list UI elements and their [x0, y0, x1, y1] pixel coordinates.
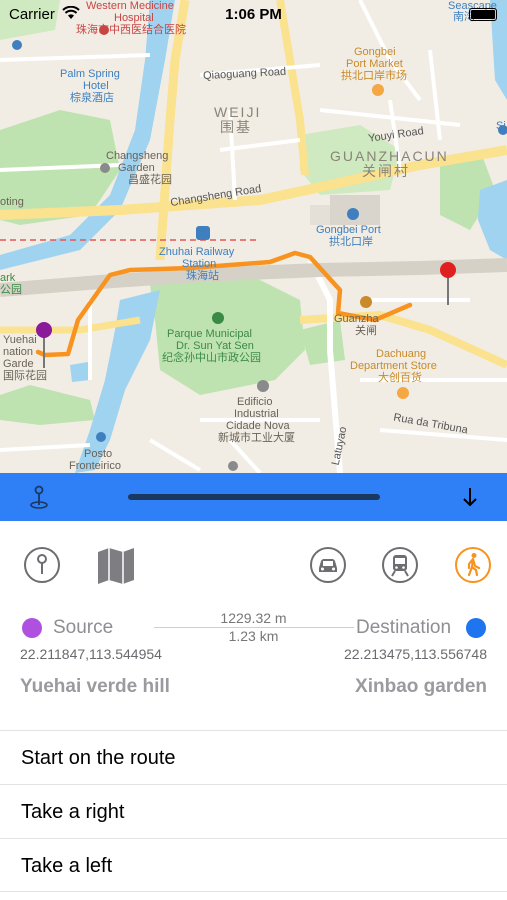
map-label: Yuehai — [3, 334, 37, 346]
source-label: Source — [53, 617, 114, 638]
destination-pin-icon[interactable] — [440, 262, 456, 278]
map-label: 新城市工业大厦 — [218, 432, 295, 444]
distance-meters: 1229.32 m — [200, 610, 307, 626]
source-coordinates: 22.211847,113.544954 — [20, 646, 162, 662]
arrow-down-icon[interactable] — [458, 485, 482, 509]
distance-kilometers: 1.23 km — [228, 628, 279, 644]
destination-coordinates: 22.213475,113.556748 — [344, 646, 487, 662]
pin-icon[interactable] — [23, 546, 61, 584]
map-label: 国际花园 — [3, 370, 47, 382]
map-label: 围基 — [220, 119, 252, 135]
map-label: 关闸 — [355, 325, 377, 337]
walk-icon[interactable] — [454, 546, 492, 584]
destination-dot — [466, 618, 486, 638]
map-label: Dr. Sun Yat Sen — [176, 340, 254, 352]
map-label: Dachuang — [376, 348, 427, 360]
app-root: { "status_bar": { "carrier": "Carrier", … — [0, 0, 507, 900]
map-label: Fronteirico — [69, 460, 121, 472]
map-label: 大创百货 — [378, 372, 422, 384]
map-label: 珠海站 — [186, 270, 219, 282]
map-label: 拱北口岸市场 — [341, 70, 407, 82]
map-label: 棕泉酒店 — [70, 92, 114, 104]
map-label: 昌盛花园 — [128, 174, 172, 186]
map-label: Port Market — [346, 58, 403, 70]
map-icon[interactable] — [97, 546, 135, 584]
source-pin-icon[interactable] — [36, 322, 52, 338]
map-label: Changsheng — [106, 150, 169, 162]
drag-handle[interactable] — [128, 494, 380, 500]
map-label: Station — [182, 258, 217, 270]
map-label: 纪念孙中山市政公园 — [162, 352, 261, 364]
map-label: nation — [3, 346, 33, 358]
directions-list: Start on the route Take a right Take a l… — [0, 730, 507, 892]
map-label: Garden — [118, 162, 155, 174]
map-label: Gongbei — [354, 46, 396, 58]
map-label: 拱北口岸 — [329, 236, 373, 248]
map-label: ark — [0, 272, 16, 284]
list-item[interactable]: Take a right — [0, 784, 507, 838]
map-label: Zhuhai Railway — [159, 246, 235, 258]
map-label: Posto — [84, 448, 113, 460]
map-label: Garde — [3, 358, 34, 370]
destination-label: Destination — [356, 617, 452, 638]
list-item[interactable]: Start on the route — [0, 730, 507, 784]
map-label: Parque Municipal — [167, 328, 252, 340]
map-label: Industrial — [234, 408, 279, 420]
map-label: GUANZHACUN — [330, 148, 449, 164]
map-label: Palm Spring — [60, 68, 120, 80]
map-label: Gongbei Port — [316, 224, 381, 236]
map-label: oting — [0, 196, 24, 208]
battery-icon — [469, 8, 497, 21]
map-label: Edificio — [237, 396, 273, 408]
map-label: Si — [496, 120, 506, 132]
car-icon[interactable] — [309, 546, 347, 584]
source-dot — [22, 618, 42, 638]
map-label: Hotel — [83, 80, 109, 92]
sheet-header[interactable] — [0, 473, 507, 521]
map-label: Department Store — [350, 360, 437, 372]
destination-name: Xinbao garden — [355, 676, 487, 697]
map-label: 公园 — [0, 284, 22, 296]
status-bar: Carrier 1:06 PM — [0, 0, 507, 28]
map-label: 关闸村 — [362, 163, 410, 179]
source-name: Yuehai verde hill — [20, 676, 170, 697]
map-label: Cidade Nova — [226, 420, 290, 432]
train-icon[interactable] — [381, 546, 419, 584]
map-view[interactable]: Western Medicine Hospital 珠海市中西医结合医院 Pal… — [0, 0, 507, 473]
map-label: Guanzha — [334, 313, 379, 325]
list-item[interactable]: Take a left — [0, 838, 507, 892]
map-label: WEIJI — [214, 104, 262, 120]
location-pin-icon[interactable] — [27, 484, 51, 510]
clock: 1:06 PM — [225, 6, 282, 23]
